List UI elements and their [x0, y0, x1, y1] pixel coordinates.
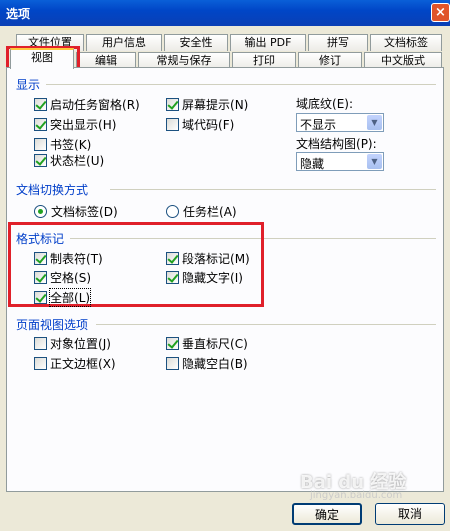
checkbox-icon [34, 138, 47, 151]
spaces-checkbox[interactable]: 空格 (S) [34, 269, 91, 286]
cancel-button[interactable]: 取消 [375, 503, 445, 525]
checkbox-icon [166, 118, 179, 131]
checkbox-icon [166, 98, 179, 111]
tab-doc-tabs[interactable]: 文档标签 [370, 34, 442, 51]
group-title-display: 显示 [16, 78, 41, 92]
doc-map-select[interactable]: 隐藏 ▼ [296, 152, 384, 171]
paragraph-marks-checkbox[interactable]: 段落标记 (M) [166, 250, 250, 267]
checkbox-icon [34, 98, 47, 111]
group-title-page-view: 页面视图选项 [16, 318, 89, 332]
show-all-checkbox[interactable]: 全部(L) [34, 288, 92, 307]
radio-icon [166, 205, 179, 218]
chevron-down-icon: ▼ [367, 115, 382, 130]
tab-output-pdf[interactable]: 输出 PDF [230, 34, 306, 51]
field-shading-label: 域底纹 (E): [296, 96, 354, 112]
field-shading-select[interactable]: 不显示 ▼ [296, 113, 384, 132]
radio-icon [34, 205, 47, 218]
checkbox-icon [166, 252, 179, 265]
checkbox-icon [34, 337, 47, 350]
tab-user-info[interactable]: 用户信息 [86, 34, 162, 51]
ok-button[interactable]: 确定 [292, 503, 362, 525]
screen-tips-checkbox[interactable]: 屏幕提示 (N) [166, 96, 248, 113]
divider [46, 84, 436, 85]
status-bar-checkbox[interactable]: 状态栏 (U) [34, 152, 104, 169]
taskbar-radio[interactable]: 任务栏 (A) [166, 203, 237, 220]
highlight-checkbox[interactable]: 突出显示 (H) [34, 116, 116, 133]
close-button[interactable]: × [431, 3, 450, 22]
baidu-watermark-url: jingyan.baidu.com [310, 490, 403, 501]
checkbox-icon [166, 271, 179, 284]
checkbox-icon [34, 252, 47, 265]
tab-security[interactable]: 安全性 [164, 34, 228, 51]
tab-chars-checkbox[interactable]: 制表符 (T) [34, 250, 103, 267]
tab-view[interactable]: 视图 [10, 48, 74, 69]
checkbox-icon [34, 118, 47, 131]
chevron-down-icon: ▼ [367, 154, 382, 169]
vertical-ruler-checkbox[interactable]: 垂直标尺 (C) [166, 335, 248, 352]
hidden-text-checkbox[interactable]: 隐藏文字 (I) [166, 269, 243, 286]
checkbox-icon [166, 357, 179, 370]
startup-task-pane-checkbox[interactable]: 启动任务窗格 (R) [34, 96, 140, 113]
group-title-switch-mode: 文档切换方式 [16, 183, 89, 197]
title-bar: 选项 × [0, 0, 450, 26]
hide-whitespace-checkbox[interactable]: 隐藏空白 (B) [166, 355, 248, 372]
checkbox-icon [34, 291, 47, 304]
checkbox-icon [166, 337, 179, 350]
checkbox-icon [34, 154, 47, 167]
divider [110, 189, 436, 190]
field-codes-checkbox[interactable]: 域代码 (F) [166, 116, 234, 133]
bookmark-checkbox[interactable]: 书签 (K) [34, 136, 91, 153]
checkbox-icon [34, 357, 47, 370]
doc-map-label: 文档结构图 (P): [296, 136, 377, 152]
divider [96, 324, 436, 325]
doc-tabs-radio[interactable]: 文档标签 (D) [34, 203, 118, 220]
checkbox-icon [34, 271, 47, 284]
window-title: 选项 [6, 7, 31, 21]
text-boundaries-checkbox[interactable]: 正文边框 (X) [34, 355, 116, 372]
object-anchors-checkbox[interactable]: 对象位置 (J) [34, 335, 111, 352]
tab-spelling[interactable]: 拼写 [308, 34, 368, 51]
